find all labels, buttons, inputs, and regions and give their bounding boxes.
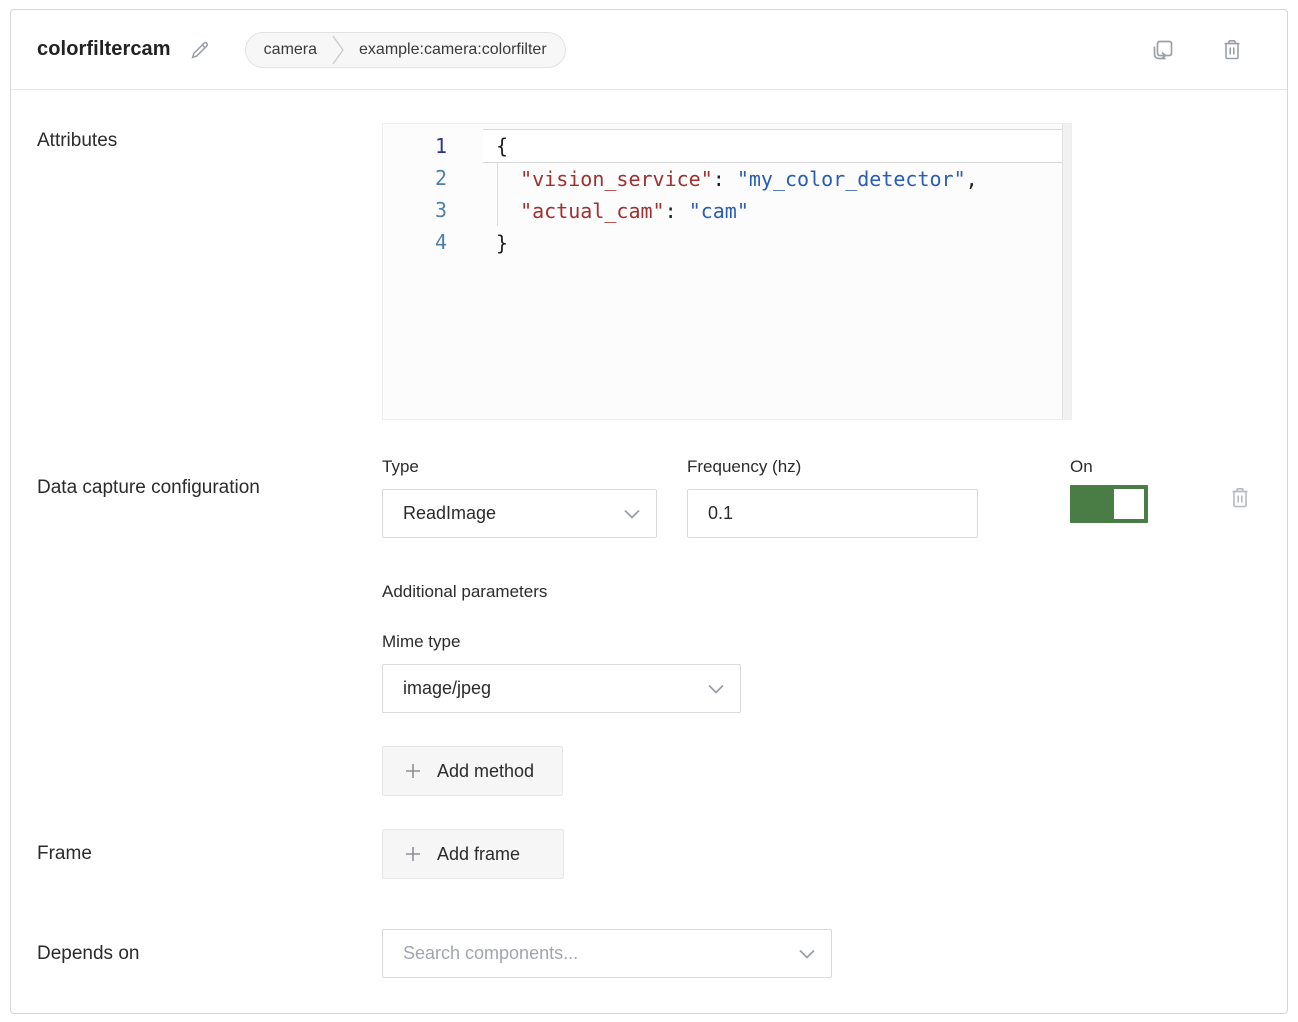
capture-type-value: ReadImage [403, 503, 496, 524]
plus-icon [405, 846, 421, 862]
editor-gutter: 1234 [383, 124, 483, 419]
add-method-label: Add method [437, 761, 534, 782]
delete-capture-method-button[interactable] [1229, 486, 1251, 510]
line-number: 2 [383, 162, 483, 194]
chevron-down-icon [708, 684, 724, 694]
breadcrumb: camera example:camera:colorfilter [245, 32, 566, 68]
code-line[interactable]: { [483, 129, 1062, 163]
delete-component-button[interactable] [1221, 38, 1243, 62]
breadcrumb-type: camera [264, 41, 317, 59]
type-label: Type [382, 456, 657, 478]
depends-on-label: Depends on [37, 929, 382, 979]
mime-type-value: image/jpeg [403, 678, 491, 699]
data-capture-label: Data capture configuration [37, 456, 382, 506]
frequency-input[interactable] [708, 503, 961, 524]
capture-type-select[interactable]: ReadImage [382, 489, 657, 538]
edit-name-button[interactable] [189, 39, 211, 61]
chevron-separator-icon [331, 35, 345, 65]
line-number: 1 [383, 130, 483, 162]
duplicate-icon [1151, 38, 1175, 62]
pencil-icon [189, 39, 211, 61]
trash-icon [1221, 38, 1243, 62]
chevron-down-icon [624, 509, 640, 519]
toggle-label: On [1070, 456, 1148, 478]
duplicate-button[interactable] [1151, 38, 1175, 62]
component-header: colorfiltercam camera example:camera:col… [11, 10, 1287, 90]
mime-type-select[interactable]: image/jpeg [382, 664, 741, 713]
component-body: Attributes 1234 { "vision_service": "my_… [11, 90, 1287, 1013]
component-title: colorfiltercam [37, 38, 171, 61]
additional-parameters-label: Additional parameters [382, 581, 1261, 603]
attributes-row: Attributes 1234 { "vision_service": "my_… [37, 123, 1261, 420]
plus-icon [405, 763, 421, 779]
trash-icon [1229, 486, 1251, 510]
toggle-knob [1114, 489, 1144, 519]
add-frame-label: Add frame [437, 844, 520, 865]
line-number: 4 [383, 226, 483, 258]
component-card: colorfiltercam camera example:camera:col… [10, 9, 1288, 1014]
attributes-label: Attributes [37, 123, 382, 159]
line-number: 3 [383, 194, 483, 226]
code-line[interactable]: } [483, 227, 1062, 259]
frame-label: Frame [37, 829, 382, 879]
data-capture-row: Data capture configuration Type ReadImag… [37, 456, 1261, 796]
editor-scrollbar[interactable] [1062, 124, 1071, 419]
chevron-down-icon [799, 949, 815, 959]
frequency-label: Frequency (hz) [687, 456, 978, 478]
header-actions [1151, 38, 1261, 62]
capture-on-toggle[interactable] [1070, 485, 1148, 523]
editor-code-lines: { "vision_service": "my_color_detector",… [483, 124, 1062, 419]
code-line[interactable]: "vision_service": "my_color_detector", [483, 163, 1062, 195]
mime-type-label: Mime type [382, 631, 1261, 653]
json-attributes-editor[interactable]: 1234 { "vision_service": "my_color_detec… [382, 123, 1072, 420]
frequency-input-wrap [687, 489, 978, 538]
depends-on-row: Depends on Search components... [37, 929, 1261, 979]
code-line[interactable]: "actual_cam": "cam" [483, 195, 1062, 227]
depends-on-select[interactable]: Search components... [382, 929, 832, 978]
depends-on-placeholder: Search components... [403, 943, 578, 964]
add-frame-button[interactable]: Add frame [382, 829, 564, 879]
add-method-button[interactable]: Add method [382, 746, 563, 796]
breadcrumb-model: example:camera:colorfilter [359, 41, 547, 59]
frame-row: Frame Add frame [37, 829, 1261, 879]
